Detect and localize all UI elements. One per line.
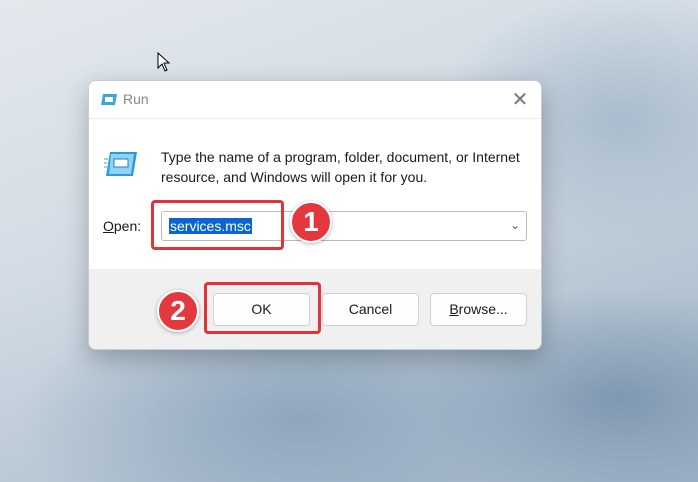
- chevron-down-icon[interactable]: ⌄: [510, 218, 520, 232]
- highlight-input: [151, 200, 284, 250]
- dialog-description: Type the name of a program, folder, docu…: [161, 149, 520, 185]
- mouse-cursor-icon: [157, 52, 171, 72]
- highlight-ok: [204, 282, 321, 334]
- run-app-icon-large: [104, 152, 137, 176]
- dialog-title: Run: [123, 91, 149, 107]
- title-bar[interactable]: Run ✕: [89, 81, 541, 119]
- step-badge-1: 1: [290, 201, 332, 243]
- cancel-button[interactable]: Cancel: [322, 293, 419, 326]
- step-badge-2: 2: [157, 290, 199, 332]
- open-label: Open:: [103, 218, 142, 234]
- browse-button[interactable]: Browse...: [430, 293, 527, 326]
- run-app-icon: [101, 94, 117, 105]
- close-icon[interactable]: ✕: [509, 89, 531, 111]
